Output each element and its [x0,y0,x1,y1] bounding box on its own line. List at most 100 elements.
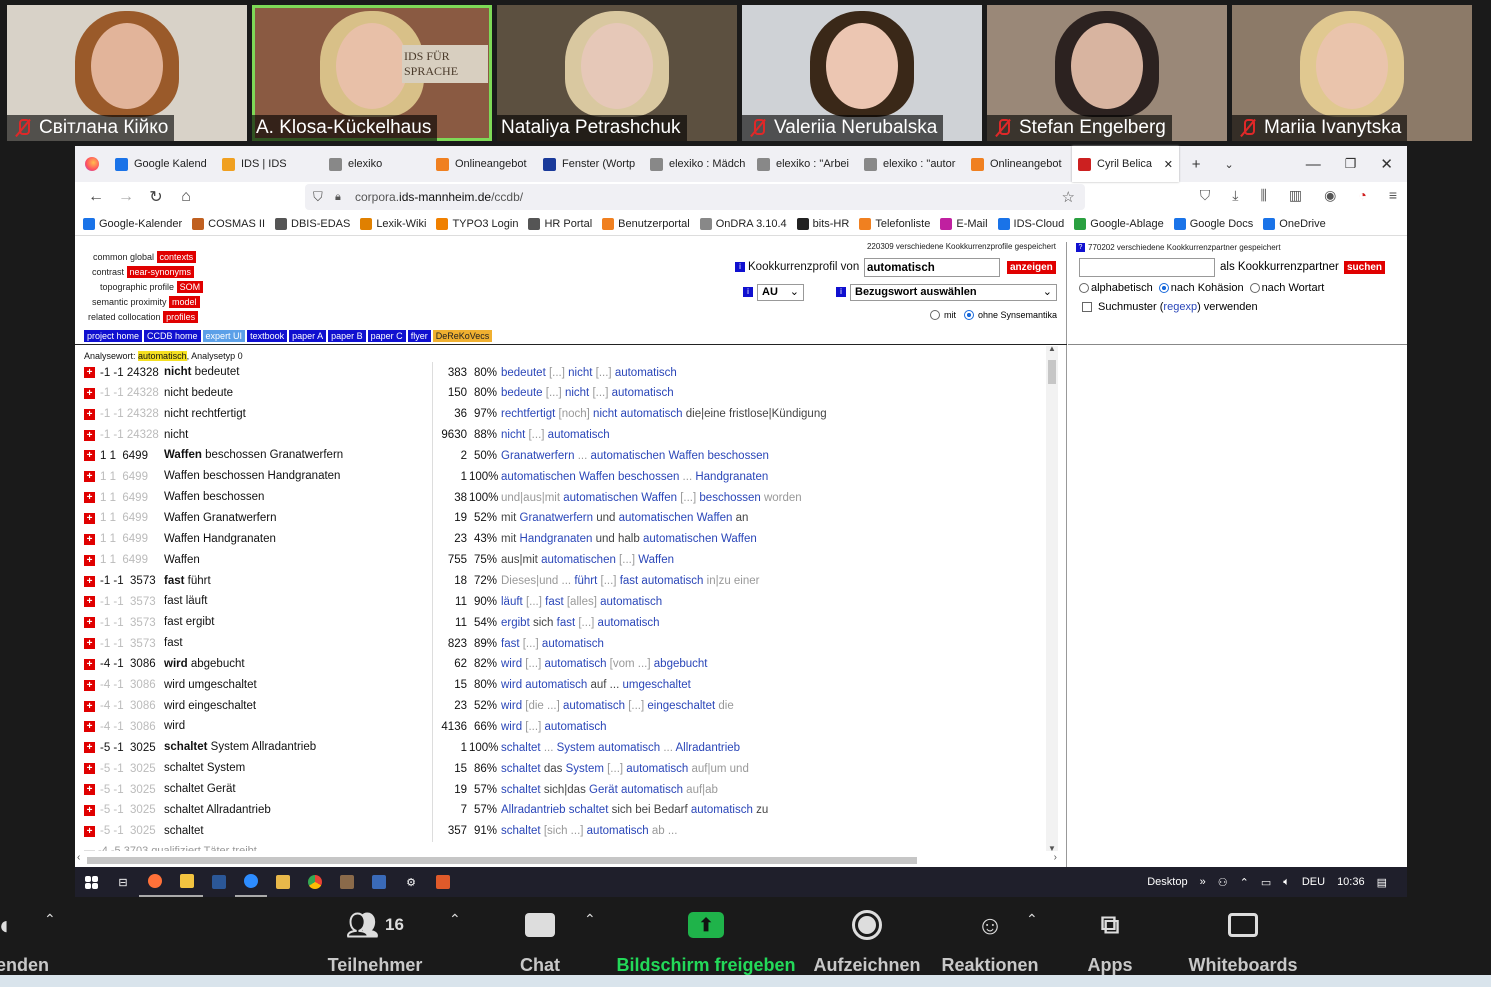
context-link[interactable]: wird automatisch [501,679,587,691]
expand-icon[interactable]: + [84,492,95,504]
command-tag[interactable]: contexts [156,251,197,263]
context-link[interactable]: ergibt [501,617,530,629]
expand-icon[interactable]: + [84,450,95,462]
context-link[interactable]: System automatisch [557,742,661,754]
context-link[interactable]: Allradantrieb schaltet [501,804,608,816]
clock[interactable]: 10:36 [1337,876,1365,888]
expand-icon[interactable]: + [84,596,95,608]
participants-button[interactable]: 👥︎ 16 Teilnehmer [320,907,430,976]
profile-input[interactable] [864,258,1000,277]
bookmark-item[interactable]: bits-HR [796,217,849,230]
context-link[interactable]: schaltet [501,742,541,754]
context-link[interactable]: automatisch [600,596,662,608]
vertical-scrollbar[interactable]: ▲ ▼ [1046,344,1058,853]
table-row[interactable]: + -1 -1 3573 fast ergibt 11 54% ergibt sich f… [84,612,660,634]
context-link[interactable]: automatisch [612,387,674,399]
context-link[interactable]: Gerät automatisch [589,784,683,796]
expand-icon[interactable]: + [84,429,95,441]
browser-tab[interactable]: elexiko [323,146,430,182]
context-link[interactable]: eingeschaltet [647,700,715,712]
link-paper-c[interactable]: paper C [367,330,406,342]
maximize-button[interactable]: ❐ [1345,156,1357,172]
participant-tile[interactable]: Світлана Кійко [7,5,247,141]
participant-tile[interactable]: IDS FÜR SPRACHE A. Klosa-Kückelhaus [252,5,492,141]
record-button[interactable]: Aufzeichnen [812,907,922,976]
browser-tab[interactable]: Onlineangebot [965,146,1072,182]
bookmark-star-icon[interactable]: ☆ [1062,188,1075,206]
expand-icon[interactable]: + [84,512,95,524]
context-link[interactable]: rechtfertigt [501,408,555,420]
expand-icon[interactable]: + [84,387,95,399]
expand-icon[interactable]: + [84,554,95,566]
table-row[interactable]: + -5 -1 3025 schaltet System 15 86% schaltet … [84,758,749,780]
close-window-button[interactable]: ✕ [1380,155,1393,173]
context-link[interactable]: führt [574,575,597,587]
context-link[interactable]: umgeschaltet [622,679,690,691]
command-tag[interactable]: profiles [163,311,199,323]
help-icon[interactable]: ? [1076,243,1085,252]
bookmark-item[interactable]: Google-Kalender [83,217,182,230]
table-row[interactable]: +1 1 6499 Waffen 755 75% aus|mit automatisch… [84,549,674,571]
search-button[interactable]: suchen [1344,261,1386,274]
context-link[interactable]: fast [557,617,576,629]
end-caret-icon[interactable]: ⌃ [44,911,56,928]
app3-taskbar-icon[interactable] [427,867,459,897]
table-row[interactable]: + -1 -1 3573 fast läuft 11 90% läuft [...] fa… [84,591,662,613]
lock-icon[interactable]: 🔒︎ [335,191,341,204]
context-link[interactable]: Granatwerfern [520,512,594,524]
context-link[interactable]: wird [501,700,522,712]
context-link[interactable]: wird [501,721,522,733]
reactions-caret-icon[interactable]: ⌃ [1026,911,1038,928]
browser-tab[interactable]: elexiko : "autor [858,146,965,182]
participant-tile[interactable]: Stefan Engelberg [987,5,1227,141]
bookmark-item[interactable]: DBIS-EDAS [275,217,350,230]
context-link[interactable]: Allradantrieb [676,742,741,754]
url-bar[interactable]: ⛉ 🔒︎ corpora. ids-mannheim.de/ccdb/ ☆ [305,184,1085,210]
menu-icon[interactable]: ≡ [1389,187,1397,204]
browser-tab[interactable]: Fenster (Wortp [537,146,644,182]
show-button[interactable]: anzeigen [1007,261,1056,274]
table-row[interactable]: + -1 -1 3573 fast führt 18 72% Dieses|und ...… [84,570,759,592]
table-row[interactable]: + -4 -1 3086 wird abgebucht 62 82% wird [...]… [84,653,708,675]
share-screen-button[interactable]: ⬆ Bildschirm freigeben [612,907,800,976]
extension-icon[interactable]: ◔ [1358,187,1366,204]
adblock-icon[interactable]: ◉ [1324,187,1336,204]
table-row[interactable]: +1 1 6499 Waffen Handgranaten 23 43% mit Han… [84,528,757,550]
bookmark-item[interactable]: OneDrive [1263,217,1326,230]
network-icon[interactable]: ▭ [1261,876,1271,889]
whiteboards-button[interactable]: Whiteboards [1184,907,1302,976]
context-link[interactable]: fast [545,596,564,608]
context-link[interactable]: fast automatisch [620,575,704,587]
context-link[interactable]: nicht [501,429,525,441]
table-row[interactable]: +1 1 6499 Waffen beschossen Handgranaten 1… [84,466,768,488]
library-icon[interactable]: ⫼ [1260,187,1266,204]
context-link[interactable]: abgebucht [654,658,708,670]
context-link[interactable]: schaltet [501,784,541,796]
info-icon[interactable]: i [735,262,745,272]
context-link[interactable]: bedeute [501,387,543,399]
app-taskbar-icon[interactable] [331,867,363,897]
expand-icon[interactable]: + [84,367,95,378]
apps-button[interactable]: ⧉ Apps [1080,907,1140,976]
info-icon[interactable]: i [743,287,753,297]
task-view-icon[interactable]: ⊟ [107,867,139,897]
participants-caret-icon[interactable]: ⌃ [449,911,461,928]
forward-icon[interactable]: → [111,188,141,206]
volume-icon[interactable]: 🔈︎ [1283,876,1290,889]
context-link[interactable]: nicht [565,387,589,399]
context-link[interactable]: automatisch [544,658,606,670]
radio-without[interactable] [964,310,974,320]
desktop-label[interactable]: Desktop [1147,876,1187,888]
browser-tab[interactable]: Cyril Belica ✕ [1072,146,1179,182]
expand-icon[interactable]: + [84,408,95,420]
home-icon[interactable]: ⌂ [171,188,201,206]
regex-link[interactable]: regexp [1163,301,1197,313]
bookmark-item[interactable]: E-Mail [940,217,988,230]
command-tag[interactable]: SOM [176,281,204,293]
expand-icon[interactable]: + [84,784,95,795]
browser-tab[interactable]: IDS | IDS [216,146,323,182]
notification-icon[interactable]: ▤ [1377,876,1387,889]
chat-button[interactable]: Chat [505,907,575,976]
expand-icon[interactable]: + [84,763,95,775]
participant-tile[interactable]: Mariia Ivanytska [1232,5,1472,141]
